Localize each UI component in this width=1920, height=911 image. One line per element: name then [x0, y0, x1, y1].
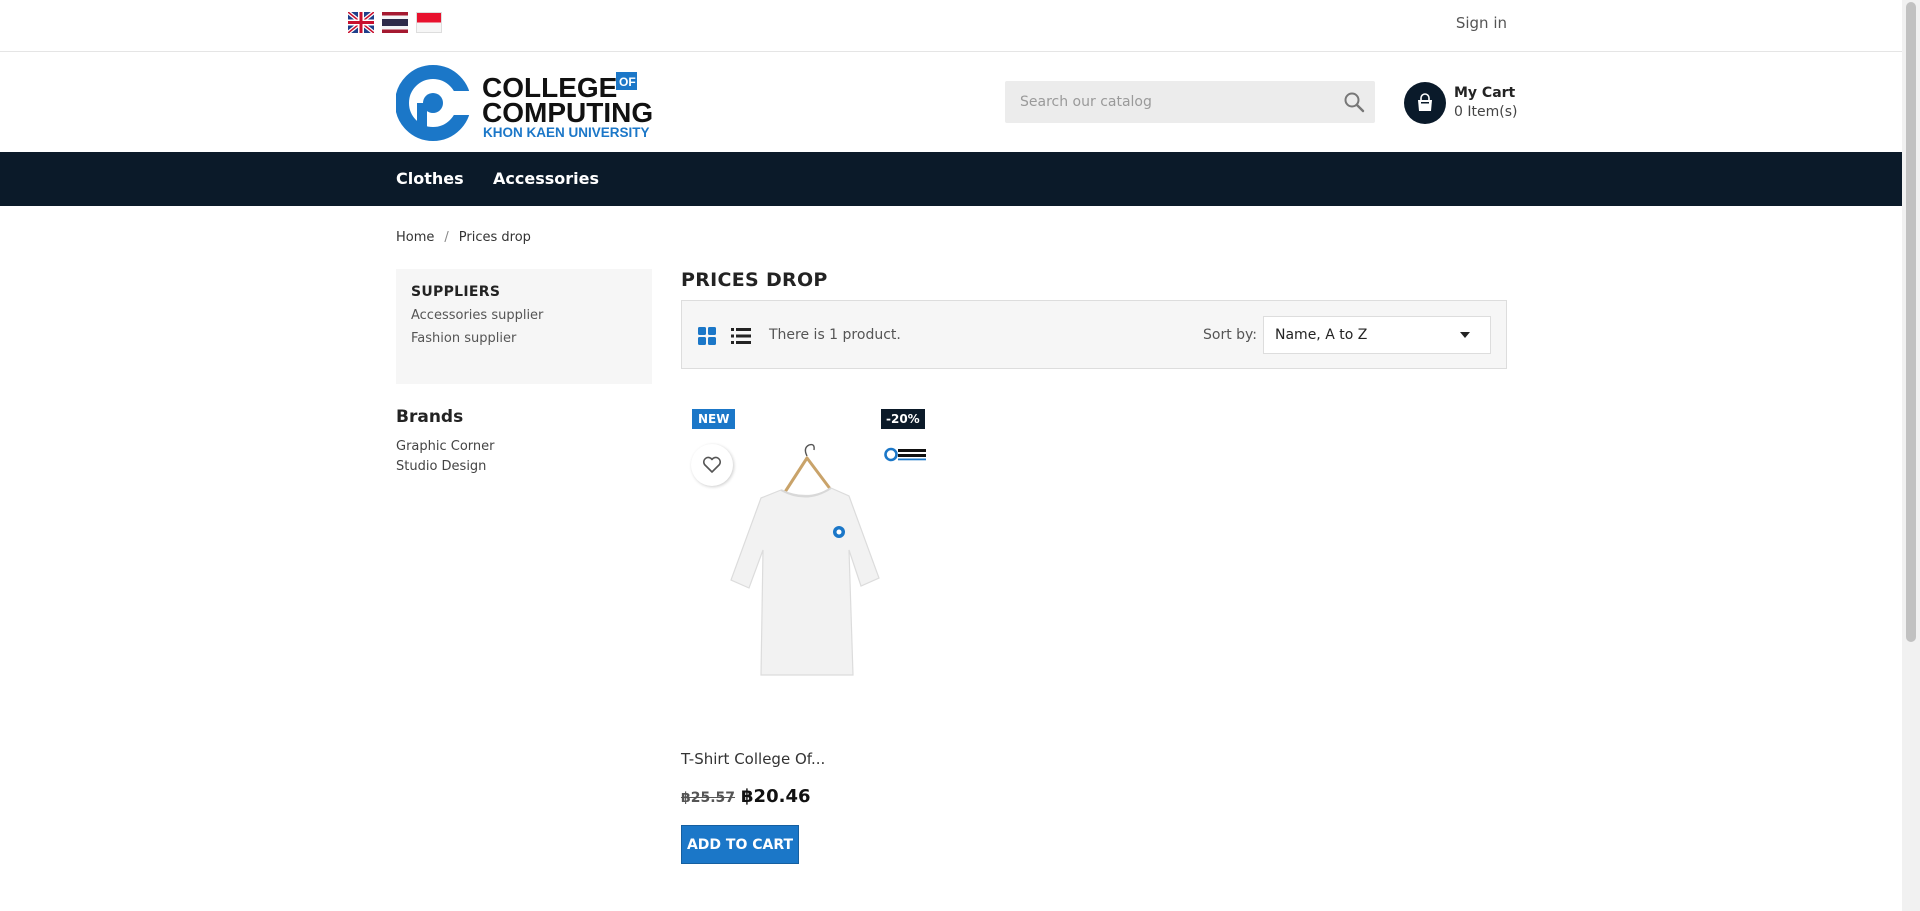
new-badge: NEW	[692, 409, 736, 429]
discount-badge: -20%	[881, 409, 925, 429]
sale-price: ฿20.46	[741, 786, 811, 807]
total-products-text: There is 1 product.	[769, 327, 901, 343]
breadcrumb-separator: /	[444, 230, 449, 245]
brand-link-studio-design[interactable]: Studio Design	[396, 457, 495, 477]
sort-label: Sort by:	[1203, 327, 1258, 343]
heart-icon	[702, 456, 722, 473]
wishlist-button[interactable]	[691, 444, 733, 486]
main-navigation: Clothes Accessories	[0, 152, 1902, 206]
products-toolbar: There is 1 product. Sort by: Name, A to …	[681, 300, 1507, 369]
sign-in-link[interactable]: Sign in	[1456, 14, 1507, 32]
top-bar: Sign in	[0, 0, 1902, 52]
sort-value: Name, A to Z	[1275, 327, 1368, 343]
brand-logo-mini	[884, 447, 926, 462]
list-view-icon[interactable]	[730, 326, 752, 346]
page-title: PRICES DROP	[681, 269, 828, 291]
indonesian-flag-icon[interactable]	[416, 12, 442, 33]
thai-flag-icon[interactable]	[382, 12, 408, 33]
page-scrollbar[interactable]	[1902, 0, 1920, 911]
breadcrumb-home[interactable]: Home	[396, 230, 434, 245]
product-name[interactable]: T-Shirt College Of...	[681, 750, 825, 768]
nav-item-clothes[interactable]: Clothes	[396, 169, 464, 188]
suppliers-block: SUPPLIERS Accessories supplier Fashion s…	[396, 269, 652, 384]
search-input[interactable]	[1005, 81, 1325, 123]
cart-button[interactable]: My Cart 0 Item(s)	[1404, 81, 1534, 125]
site-header: COLLEGE OF COMPUTING KHON KAEN UNIVERSIT…	[0, 52, 1902, 152]
nav-item-accessories[interactable]: Accessories	[493, 169, 599, 188]
brand-link-graphic-corner[interactable]: Graphic Corner	[396, 437, 495, 457]
product-card: NEW -20% T-Shirt College Of... ฿25.57 ฿2…	[681, 400, 931, 870]
grid-view-icon[interactable]	[697, 326, 717, 346]
logo-line3: KHON KAEN UNIVERSITY	[483, 125, 650, 140]
sort-dropdown[interactable]: Name, A to Z	[1263, 316, 1491, 354]
search-icon[interactable]	[1343, 91, 1365, 113]
supplier-link-accessories[interactable]: Accessories supplier	[411, 308, 637, 323]
breadcrumb-current: Prices drop	[458, 230, 531, 245]
logo-line2: COMPUTING	[482, 97, 653, 128]
product-prices: ฿25.57 ฿20.46	[681, 786, 811, 807]
scrollbar-thumb[interactable]	[1906, 2, 1916, 642]
english-flag-icon[interactable]	[348, 12, 374, 33]
supplier-link-fashion[interactable]: Fashion supplier	[411, 331, 637, 346]
suppliers-title: SUPPLIERS	[411, 284, 501, 300]
search-bar	[1005, 81, 1375, 123]
cart-summary: My Cart 0 Item(s)	[1454, 84, 1517, 122]
brands-title: Brands	[396, 407, 464, 427]
caret-down-icon	[1460, 332, 1470, 338]
cart-title: My Cart	[1454, 85, 1516, 101]
college-of-computing-logo[interactable]: COLLEGE OF COMPUTING KHON KAEN UNIVERSIT…	[396, 65, 656, 141]
shopping-bag-icon	[1404, 82, 1446, 124]
cart-count: 0 Item(s)	[1454, 104, 1518, 120]
language-selector	[348, 12, 442, 33]
add-to-cart-button[interactable]: ADD TO CART	[681, 825, 799, 864]
breadcrumb: Home / Prices drop	[396, 230, 531, 245]
logo-of: OF	[619, 75, 636, 89]
brands-block: Brands Graphic Corner Studio Design	[396, 407, 495, 477]
regular-price: ฿25.57	[681, 790, 736, 806]
